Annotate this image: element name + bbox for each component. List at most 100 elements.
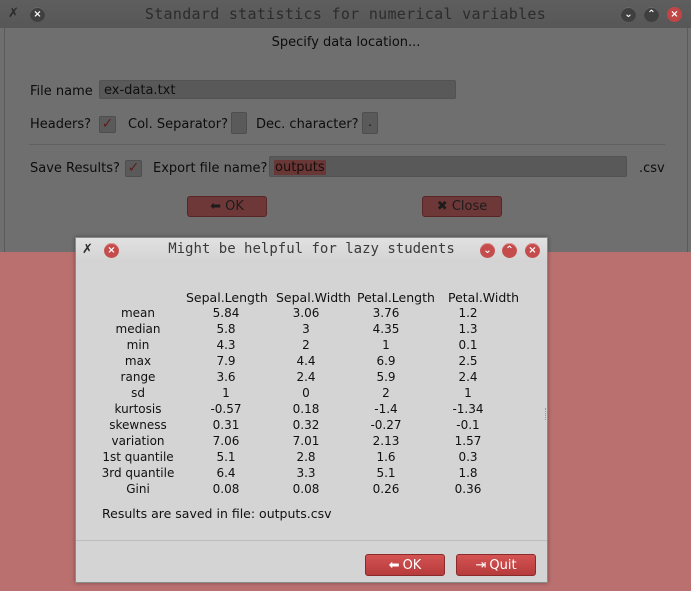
table-cell: 7.01 [292,434,320,448]
table-cell: 3.06 [292,306,320,320]
resize-grip[interactable] [545,408,548,420]
table-cell: -0.1 [456,418,480,432]
table-cell: 6.4 [216,466,236,480]
table-cell: -1.34 [452,402,484,416]
dec-character-label: Dec. character? [256,117,359,132]
dialog-maximize-icon[interactable]: ⌃ [502,243,517,258]
headers-label: Headers? [30,117,92,132]
table-cell: 7.06 [212,434,240,448]
row-label: 3rd quantile [101,466,175,480]
form-subtitle: Specify data location... [271,35,421,50]
table-cell: 3.76 [372,306,400,320]
close-x-icon: ✖ [436,199,448,214]
minimize-icon[interactable]: ⌄ [621,7,636,22]
table-cell: 1 [382,338,390,352]
export-file-field[interactable]: outputs [269,156,627,177]
row-label: 1st quantile [102,450,174,464]
table-cell: 4.3 [216,338,236,352]
table-cell: 4.35 [372,322,400,336]
table-cell: 0.26 [372,482,400,496]
dialog-ok-arrow-icon: ⬅ [388,558,400,573]
maximize-icon[interactable]: ⌃ [644,7,659,22]
row-label: median [115,322,161,336]
row-label: skewness [109,418,167,432]
form-divider [29,144,665,145]
table-cell: 2.8 [296,450,316,464]
table-cell: -0.27 [370,418,402,432]
main-close-label: Close [451,199,488,214]
table-cell: 2 [382,386,390,400]
table-cell: 1.8 [458,466,478,480]
file-name-field[interactable]: ex-data.txt [99,80,456,99]
table-cell: 1.2 [458,306,478,320]
table-cell: 1 [222,386,230,400]
table-cell: 5.1 [216,450,236,464]
table-cell: -1.4 [374,402,398,416]
main-ok-label: OK [225,199,244,214]
table-cell: 0.31 [212,418,240,432]
dialog-separator [76,540,547,541]
row-label: kurtosis [114,402,162,416]
table-cell: 3.3 [296,466,316,480]
table-cell: 1.57 [454,434,482,448]
table-cell: 7.9 [216,354,236,368]
dec-character-field[interactable]: . [362,112,378,134]
quit-door-icon: ⇥ [475,558,487,573]
table-cell: -0.57 [210,402,242,416]
table-cell: 0.1 [458,338,478,352]
row-label: variation [111,434,165,448]
table-cell: 0.32 [292,418,320,432]
dialog-quit-button[interactable]: ⇥ Quit [456,554,536,576]
dialog-ok-label: OK [402,558,422,573]
table-cell: 2.4 [458,370,478,384]
window-close-icon[interactable]: × [667,7,682,22]
row-label: range [120,370,156,384]
dialog-ok-button[interactable]: ⬅ OK [365,554,445,576]
dialog-quit-label: Quit [489,558,517,573]
main-window: ✗ × Standard statistics for numerical va… [0,0,691,252]
dialog-minimize-icon[interactable]: ⌄ [480,243,495,258]
table-cell: 5.8 [216,322,236,336]
table-cell: 1.3 [458,322,478,336]
table-cell: 2 [302,338,310,352]
table-cell: 4.4 [296,354,316,368]
table-cell: 6.9 [376,354,396,368]
table-cell: 5.1 [376,466,396,480]
dialog-close-icon[interactable]: × [525,243,540,258]
row-label: Gini [126,482,150,496]
dialog-titlebar: ✗ × Might be helpful for lazy students ⌄… [76,238,547,262]
table-cell: 2.4 [296,370,316,384]
table-cell: 5.84 [212,306,240,320]
table-cell: 0.08 [292,482,320,496]
dialog-title: Might be helpful for lazy students [168,241,455,257]
table-cell: 0.3 [458,450,478,464]
export-file-value: outputs [274,160,326,175]
col-separator-field[interactable] [231,112,247,134]
col-separator-label: Col. Separator? [128,117,228,132]
headers-checkbox[interactable]: ✓ [99,116,116,133]
main-window-title: Standard statistics for numerical variab… [144,5,547,23]
stats-dialog: ✗ × Might be helpful for lazy students ⌄… [75,237,548,583]
table-cell: 1.6 [376,450,396,464]
table-cell: 0.36 [454,482,482,496]
main-close-button[interactable]: ✖ Close [422,196,502,217]
table-cell: 2.13 [372,434,400,448]
main-ok-button[interactable]: ⬅ OK [187,196,267,217]
main-form: Specify data location... File name ex-da… [4,28,688,252]
column-header: Petal.Width [448,290,520,305]
table-cell: 0.08 [212,482,240,496]
table-cell: 1 [464,386,472,400]
save-results-checkbox[interactable]: ✓ [125,160,142,177]
table-cell: 0.18 [292,402,320,416]
file-name-label: File name [30,84,93,99]
column-header: Petal.Length [357,290,435,305]
table-cell: 5.9 [376,370,396,384]
table-cell: 0 [302,386,310,400]
table-cell: 3.6 [216,370,236,384]
saved-message: Results are saved in file: outputs.csv [102,506,332,521]
row-label: max [124,354,152,368]
main-titlebar: ✗ × Standard statistics for numerical va… [0,0,691,28]
row-label: mean [120,306,156,320]
row-label: sd [131,386,145,400]
row-label: min [126,338,150,352]
